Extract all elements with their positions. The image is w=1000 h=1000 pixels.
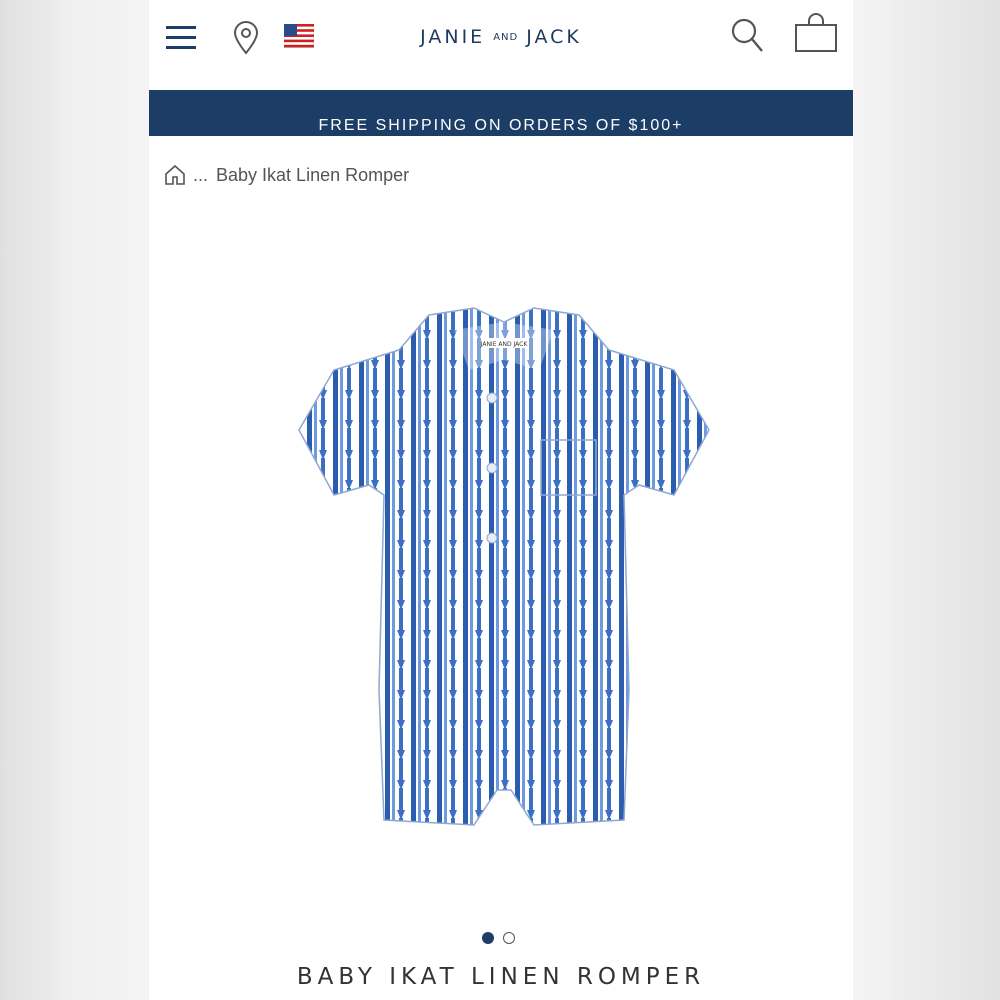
product-title: BABY IKAT LINEN ROMPER	[296, 964, 706, 990]
backdrop-right	[853, 0, 1000, 1000]
brand-word-middle: AND	[493, 31, 519, 43]
breadcrumb-current: Baby Ikat Linen Romper	[216, 164, 410, 185]
promo-text: FREE SHIPPING ON ORDERS OF $100+	[318, 117, 684, 134]
brand-word-right: JACK	[526, 26, 582, 48]
breadcrumb-ellipsis[interactable]: ...	[193, 165, 208, 186]
brand-word-left: JANIE	[420, 26, 486, 48]
search-icon[interactable]	[727, 14, 767, 56]
breadcrumb: ... Baby Ikat Linen Romper	[163, 160, 409, 190]
garment-label: JANIE AND JACK	[480, 341, 529, 348]
us-flag-icon[interactable]	[283, 22, 315, 50]
carousel-dot-1[interactable]	[482, 932, 494, 944]
carousel-dot-2[interactable]	[503, 932, 515, 944]
mobile-page: JANIE AND JACK FREE SHIPPING ON ORDERS O…	[149, 0, 853, 1000]
brand-logo[interactable]: JANIE AND JACK	[349, 22, 653, 52]
site-header: JANIE AND JACK	[149, 0, 853, 90]
backdrop-left	[0, 0, 149, 1000]
shopping-bag-icon[interactable]	[792, 10, 840, 54]
product-image[interactable]: JANIE AND JACK	[279, 300, 729, 840]
promo-banner[interactable]: FREE SHIPPING ON ORDERS OF $100+	[149, 90, 853, 136]
carousel-dots	[482, 932, 515, 944]
map-pin-icon[interactable]	[231, 18, 261, 58]
hamburger-menu-icon[interactable]	[161, 18, 201, 58]
home-icon[interactable]	[163, 163, 187, 187]
